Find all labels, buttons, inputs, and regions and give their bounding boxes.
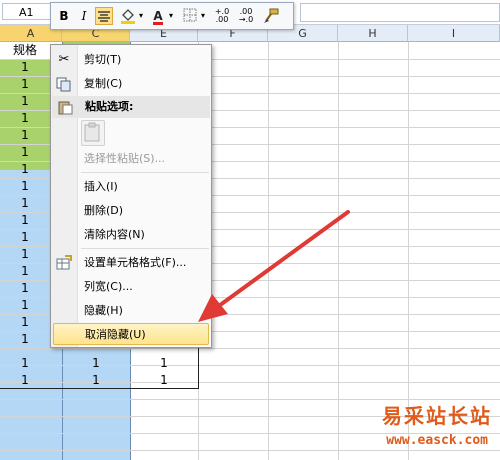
menu-item-label: 删除(D) [84, 204, 124, 217]
cell-a[interactable]: 1 [0, 161, 50, 178]
paste-option-button[interactable] [81, 120, 105, 146]
cell-a[interactable]: 1 [0, 195, 50, 212]
font-color-button[interactable]: A [149, 7, 167, 25]
font-color-letter: A [153, 9, 163, 25]
cell-a1[interactable]: 规格 [0, 42, 50, 59]
gridline [408, 42, 409, 460]
menu-item-hide[interactable]: 隐藏(H) [51, 300, 211, 322]
borders-icon [183, 8, 197, 22]
cell-a[interactable]: 1 [0, 178, 50, 195]
menu-item-label: 复制(C) [84, 77, 123, 90]
annotation-arrow-icon [198, 210, 350, 322]
format-cells-icon [56, 255, 72, 271]
column-header-h[interactable]: H [338, 25, 408, 42]
menu-item-label: 清除内容(N) [84, 228, 145, 241]
formula-input[interactable] [300, 3, 500, 22]
chevron-down-icon[interactable]: ▾ [167, 7, 175, 25]
bold-button[interactable]: B [57, 7, 71, 25]
clipboard-icon [84, 122, 100, 142]
fill-color-button[interactable] [119, 7, 137, 25]
paint-bucket-icon [121, 9, 135, 24]
menu-item-label: 列宽(C)... [84, 280, 133, 293]
menu-item-label: 选择性粘贴(S)... [84, 152, 166, 165]
menu-item-label: 设置单元格格式(F)... [84, 256, 187, 269]
center-align-button[interactable] [95, 7, 113, 25]
cell-a[interactable]: 1 [0, 280, 50, 297]
cell-a[interactable]: 1 [0, 314, 50, 331]
menu-item-label: 剪切(T) [84, 53, 122, 66]
copy-icon [56, 76, 72, 92]
borders-button[interactable] [181, 7, 199, 25]
cell-a[interactable]: 1 [0, 355, 50, 372]
cell-a[interactable]: 1 [0, 297, 50, 314]
menu-item-delete[interactable]: 删除(D) [51, 200, 211, 222]
increase-decimal-button[interactable]: +.0 .00 [211, 7, 233, 26]
cell-e[interactable]: 1 [130, 372, 198, 389]
menu-item-label: 隐藏(H) [84, 304, 123, 317]
format-painter-button[interactable] [261, 7, 281, 25]
align-center-icon [98, 11, 110, 22]
cell-c[interactable]: 1 [62, 372, 130, 389]
cell-a[interactable]: 1 [0, 127, 50, 144]
cell-a[interactable]: 1 [0, 144, 50, 161]
menu-item-label: 粘贴选项: [85, 100, 134, 113]
cell-a[interactable]: 1 [0, 229, 50, 246]
cell-a[interactable]: 1 [0, 93, 50, 110]
menu-item-label: 取消隐藏(U) [85, 328, 146, 341]
cell-e[interactable]: 1 [130, 355, 198, 372]
chevron-down-icon[interactable]: ▾ [137, 7, 145, 25]
mini-toolbar: B I ▾ A ▾ ▾ +.0 .00 .00 →.0 [50, 2, 294, 30]
menu-item-insert[interactable]: 插入(I) [51, 176, 211, 198]
menu-section-paste-options: 粘贴选项: [52, 96, 210, 118]
italic-button[interactable]: I [77, 7, 91, 25]
gridline [0, 348, 500, 349]
cell-a[interactable]: 1 [0, 331, 50, 348]
watermark-logo-text: 易采站长站 [382, 404, 492, 428]
cell-a[interactable]: 1 [0, 246, 50, 263]
cell-a[interactable]: 1 [0, 372, 50, 389]
menu-item-copy[interactable]: 复制(C) [51, 73, 211, 95]
paste-icon [57, 99, 73, 115]
menu-item-unhide[interactable]: 取消隐藏(U) [53, 323, 209, 345]
cell-a[interactable]: 1 [0, 76, 50, 93]
column-header-i[interactable]: I [408, 25, 500, 42]
cell-a[interactable]: 1 [0, 212, 50, 229]
chevron-down-icon[interactable]: ▾ [199, 7, 207, 25]
table-bottom-border [0, 388, 198, 389]
menu-item-paste-special: 选择性粘贴(S)... [51, 148, 211, 170]
cell-a[interactable]: 1 [0, 110, 50, 127]
menu-separator [81, 172, 209, 173]
cell-a[interactable]: 1 [0, 59, 50, 76]
cell-c[interactable]: 1 [62, 355, 130, 372]
menu-item-format-cells[interactable]: 设置单元格格式(F)... [51, 252, 211, 274]
context-menu: ✂ 剪切(T) 复制(C) 粘贴选项: 选择性粘贴(S)... 插入(I) 删除… [50, 44, 212, 348]
menu-item-label: 插入(I) [84, 180, 118, 193]
scissors-icon: ✂ [58, 52, 70, 67]
watermark-url: www.easck.com [386, 433, 488, 448]
format-painter-icon [264, 8, 279, 23]
menu-item-column-width[interactable]: 列宽(C)... [51, 276, 211, 298]
gridline [0, 450, 500, 451]
decrease-decimal-button[interactable]: .00 →.0 [235, 7, 257, 26]
menu-item-cut[interactable]: ✂ 剪切(T) [51, 49, 211, 71]
cell-a[interactable]: 1 [0, 263, 50, 280]
menu-item-clear-contents[interactable]: 清除内容(N) [51, 224, 211, 246]
